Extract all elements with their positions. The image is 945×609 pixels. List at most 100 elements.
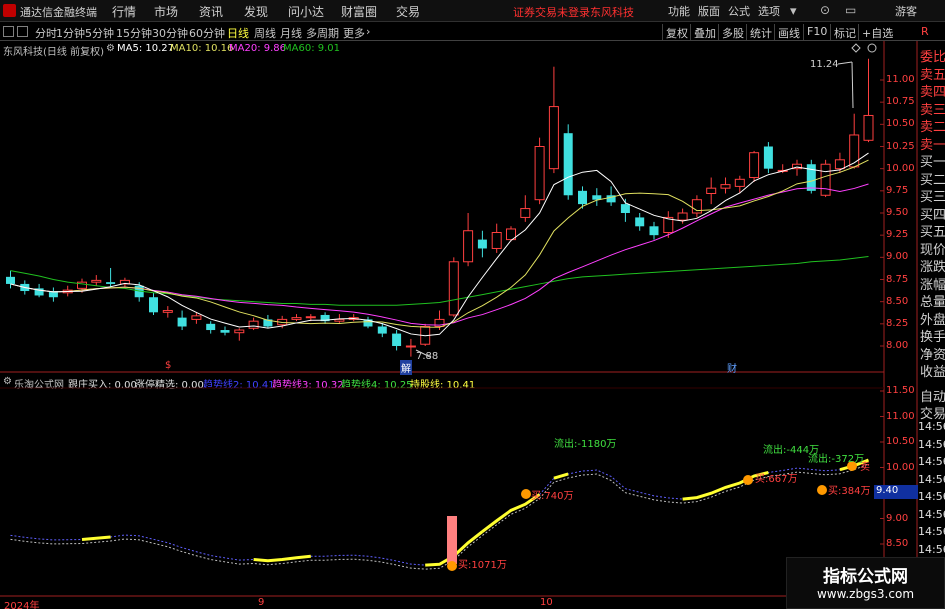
sub-axis-label: 9.00 [886,512,909,524]
price-axis-label: 8.00 [886,340,909,351]
side-tab[interactable]: 买三 [920,186,945,205]
side-tab[interactable]: 委比 [920,46,945,65]
sub-axis-label: 11.00 [886,410,915,422]
side-tab[interactable]: 卖二 [920,116,945,135]
candle-body [534,146,545,201]
candle-body [392,333,402,346]
price-axis-label: 9.50 [886,207,909,218]
outflow-label-1: 流出:-1180万 [554,439,617,450]
price-axis-label: 10.00 [886,162,915,174]
candle-body [377,326,387,334]
candle-body [763,146,773,169]
current-value-badge: 9.40 [874,485,918,499]
candle-body [649,226,659,236]
outflow-label-3: 流出:-372万 [808,454,865,465]
buy-marker-icon [447,561,457,571]
dividend-marker[interactable]: $ [165,360,171,371]
price-axis-label: 10.25 [886,140,915,152]
candle-body [248,320,259,329]
buy-marker-icon [817,485,827,495]
buy-marker-icon [743,475,753,485]
tick-time: 14:56 [918,420,945,433]
price-axis-label: 9.00 [886,251,909,263]
side-tab[interactable]: 涨幅 [920,274,945,293]
side-tab[interactable]: 卖一 [920,134,945,153]
buy-label-3: 买:667万 [755,474,798,485]
trend-line-2 [10,459,869,566]
candle-body [834,159,845,170]
candle-body [677,212,688,221]
price-axis-label: 9.25 [886,229,909,241]
candle-body [106,282,116,284]
sub-axis-label: 8.50 [886,538,909,549]
ma20-line [10,183,869,326]
price-axis-label: 8.75 [886,273,909,285]
hold-line-segment [553,472,569,480]
finance-marker[interactable]: 财 [727,360,737,375]
high-price-label: 11.24 [810,59,839,70]
low-price-label: 7.88 [416,351,439,362]
candle-body [491,232,502,249]
side-tab[interactable]: 买一 [920,151,945,170]
sub-axis-label: 10.50 [886,436,915,447]
side-tab[interactable]: 净资 [920,344,945,363]
candle-body [234,329,245,334]
side-tab[interactable]: 卖四 [920,81,945,100]
high-arrow [851,61,854,109]
date-9: 9 [258,597,265,608]
price-axis-label: 9.75 [886,184,909,196]
buy-label-2: 买:740万 [531,491,574,502]
high-arrow [837,61,853,65]
candle-body [405,345,416,348]
buy-label-4: 买:384万 [828,486,871,497]
candle-body [849,134,860,168]
candle-body [563,133,573,196]
tick-time: 14:56 [918,455,945,468]
watermark-url: www.zbgs3.com [816,587,915,601]
side-tab[interactable]: 外盘 [920,309,945,328]
candle-body [578,190,587,205]
sub-axis-label: 11.50 [886,385,915,396]
side-tab[interactable]: 买二 [920,169,945,188]
candle-body [863,114,874,141]
sub-axis-label: 10.00 [886,461,915,473]
tick-time: 14:56 [918,542,945,556]
kline-chart [0,41,918,609]
candle-body [806,164,816,191]
hold-line-segment [81,535,111,542]
buy-marker-icon [521,489,531,499]
side-tab[interactable]: 卖五 [920,64,945,83]
side-tab[interactable]: 总量 [920,291,945,310]
candle-body [548,106,559,170]
candle-body [206,323,216,331]
buy-label-1: 买:1071万 [458,560,507,571]
side-tab[interactable]: 买四 [920,204,945,223]
candle-body [191,315,202,320]
side-tab[interactable]: 收益 [920,361,945,380]
candle-body [820,163,831,196]
price-axis-label: 8.25 [886,317,909,329]
candle-body [162,310,173,313]
candle-body [220,330,230,333]
tick-time: 14:56 [918,472,945,486]
unlock-marker[interactable]: 解 [400,360,412,375]
candle-body [635,217,645,227]
date-10: 10 [540,597,553,608]
price-axis-label: 8.50 [886,295,909,307]
trend-line-4 [10,463,869,570]
candle-body [620,204,630,213]
tick-time: 14:56 [918,490,945,503]
candle-body [720,184,731,189]
side-tab[interactable]: 换手 [920,326,945,345]
watermark-title: 指标公式网 [823,567,908,587]
side-tab[interactable]: 买五 [920,221,945,240]
side-tab[interactable]: 卖三 [920,99,945,118]
candle-body [749,152,760,179]
candle-body [6,276,15,284]
date-2024: 2024年 [4,601,40,609]
side-tab[interactable]: 涨跌 [920,256,945,275]
candle-body [91,279,102,283]
candle-body [448,261,459,316]
side-tab[interactable]: 现价 [920,239,945,258]
price-axis-label: 10.75 [886,96,915,108]
